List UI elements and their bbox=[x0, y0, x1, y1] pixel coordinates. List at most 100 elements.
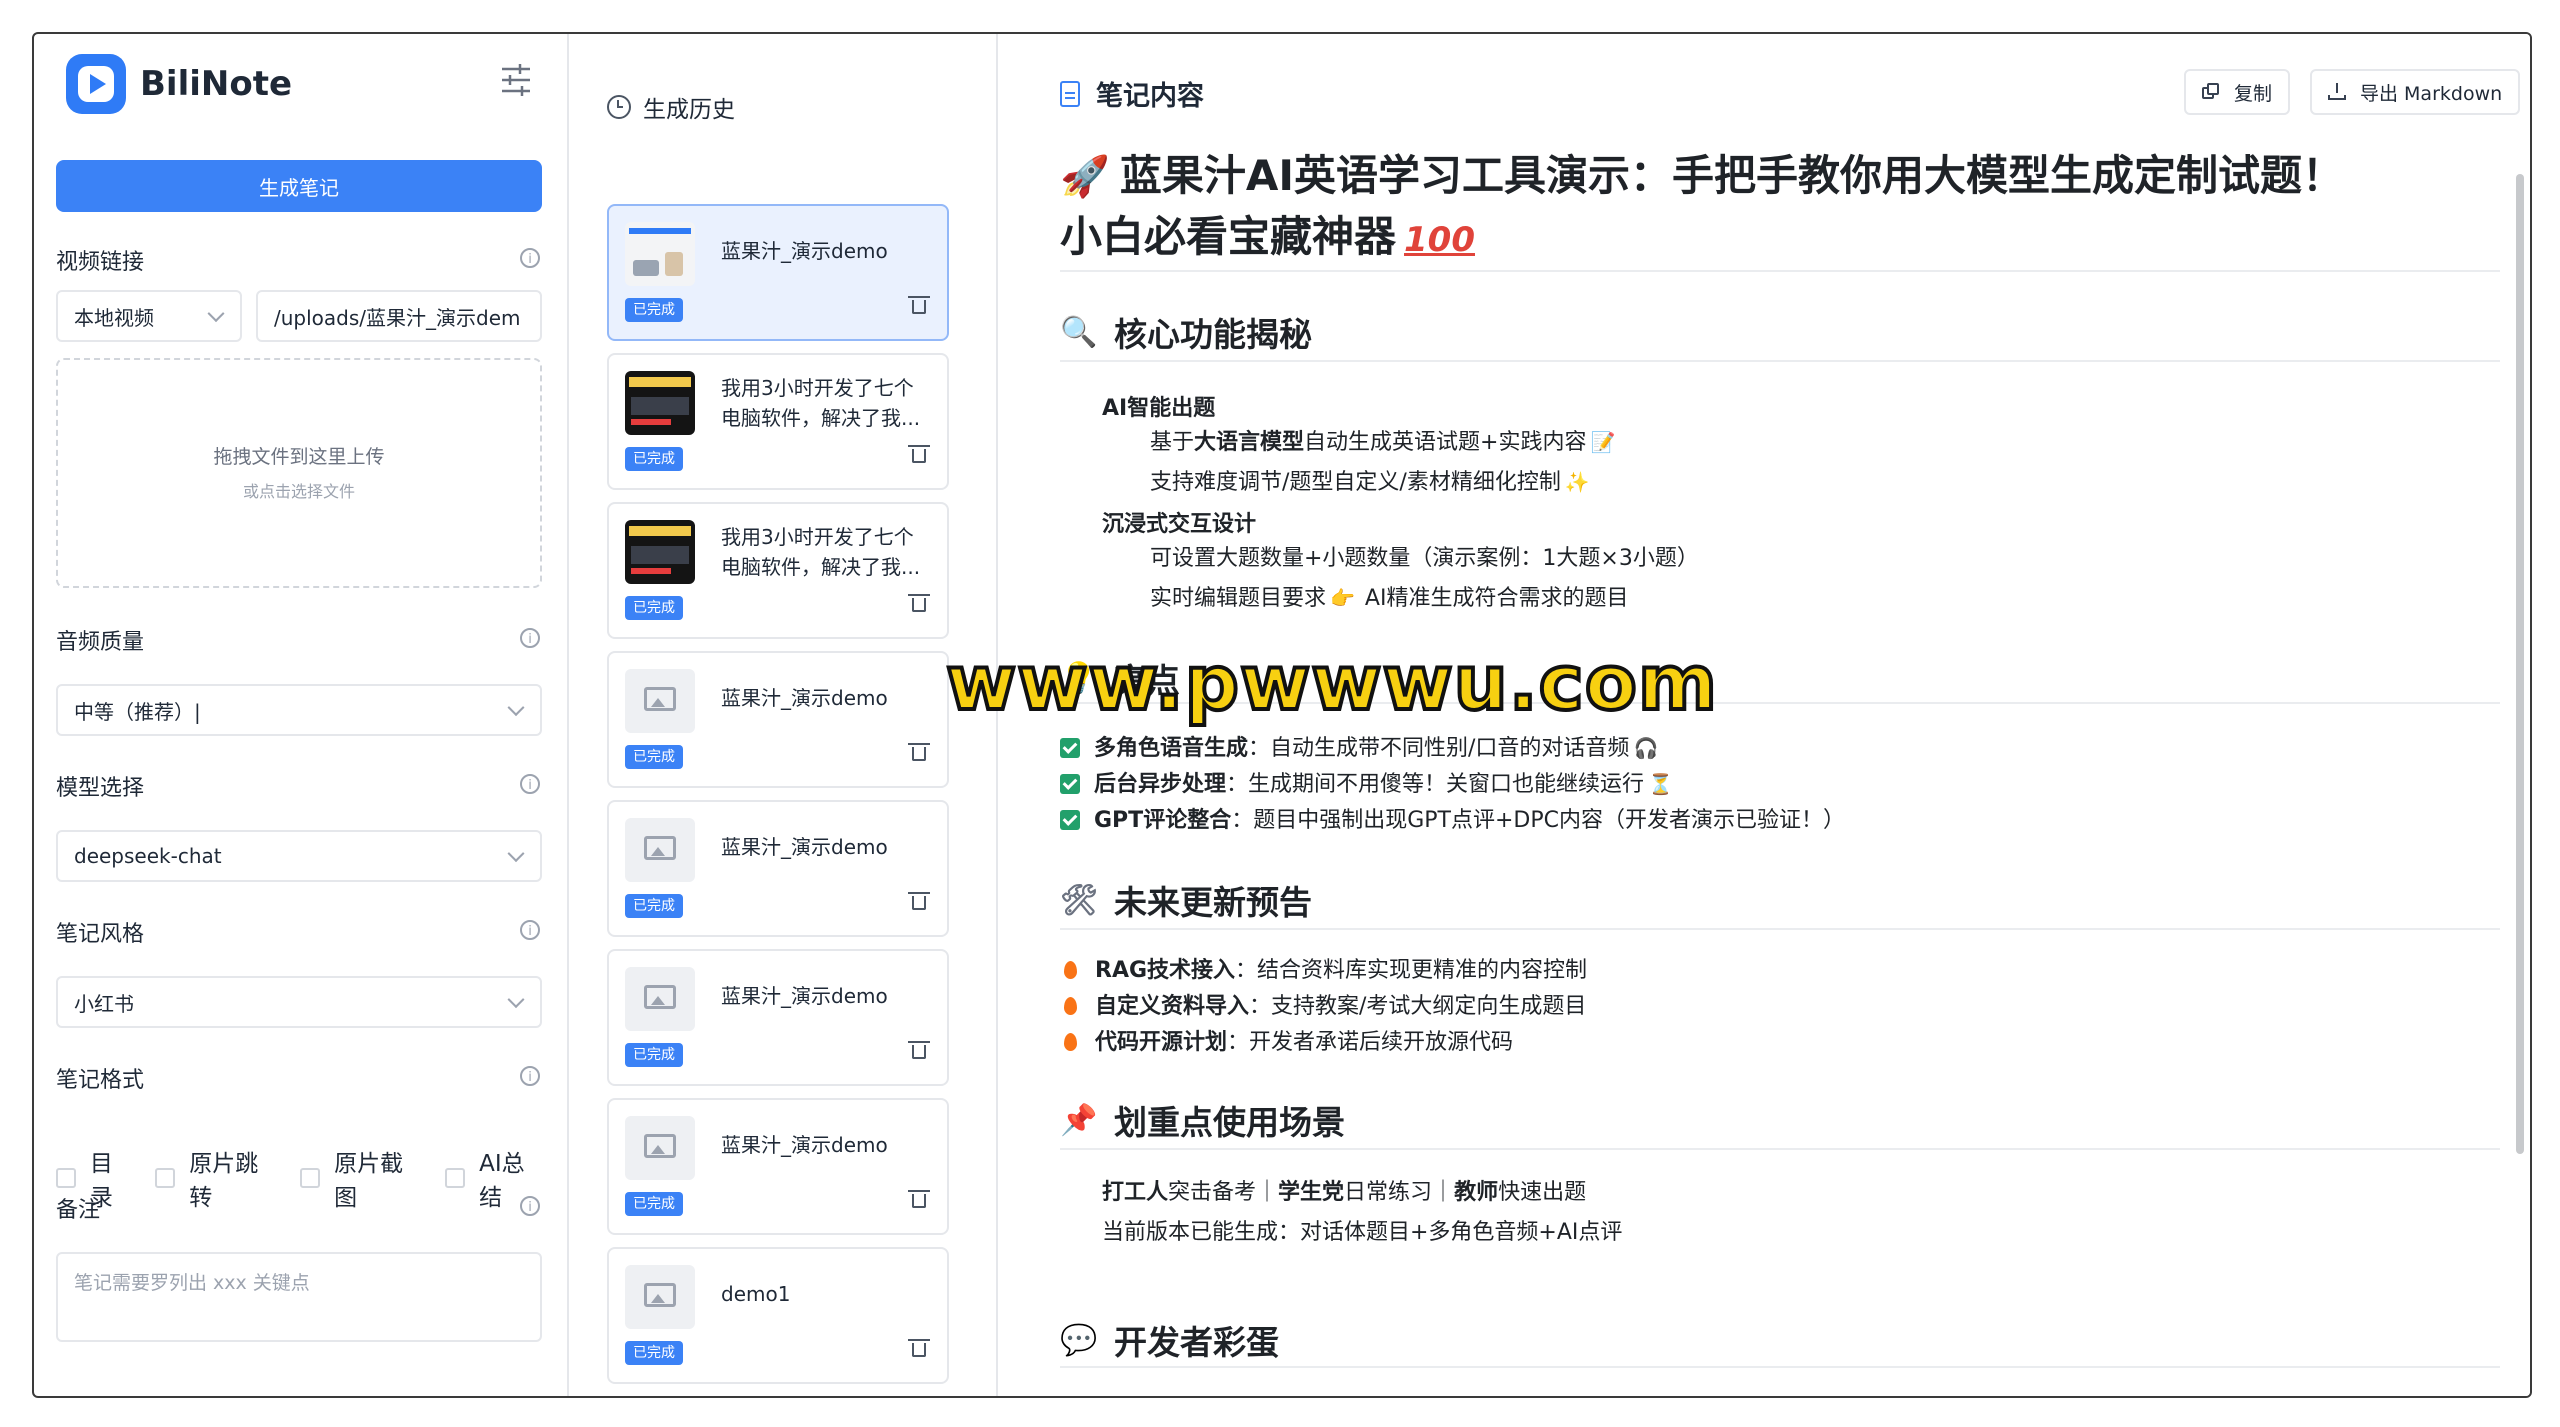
notes-textarea[interactable]: 笔记需要罗列出 xxx 关键点 bbox=[56, 1252, 542, 1342]
bold-text: 学生党 bbox=[1278, 1180, 1345, 1205]
section-easter-title: 开发者彩蛋 bbox=[1114, 1323, 1279, 1362]
speech-bubble-icon: 💬 bbox=[1060, 1322, 1098, 1358]
history-card-title: 我用3小时开发了七个电脑软件，解决了我... bbox=[721, 525, 921, 579]
status-badge: 已完成 bbox=[625, 1192, 683, 1216]
bold-text: 自定义资料导入 bbox=[1095, 994, 1250, 1019]
audio-quality-value: 中等（推荐）| bbox=[74, 699, 201, 724]
trash-icon[interactable] bbox=[908, 445, 930, 463]
history-card[interactable]: demo1 已完成 bbox=[607, 1247, 949, 1384]
history-card[interactable]: 蓝果汁_演示demo 已完成 bbox=[607, 651, 949, 788]
history-card[interactable]: 蓝果汁_演示demo 已完成 bbox=[607, 1098, 949, 1235]
trash-icon[interactable] bbox=[908, 1041, 930, 1059]
text: ：开发者承诺后续开放源代码 bbox=[1227, 1030, 1514, 1055]
video-path-value: /uploads/蓝果汁_演示dem bbox=[274, 305, 521, 330]
magnifier-icon: 🔍 bbox=[1060, 314, 1098, 350]
hourglass-icon: ⏳ bbox=[1648, 772, 1673, 796]
note-title-line1: 蓝果汁AI英语学习工具演示：手把手教你用大模型生成定制试题！ bbox=[1119, 151, 2344, 200]
core-sub-heading-1: AI智能出题 bbox=[1102, 396, 1216, 421]
bold-text: 后台异步处理 bbox=[1094, 772, 1227, 797]
video-link-label: 视频链接 bbox=[56, 250, 145, 275]
history-card[interactable]: 我用3小时开发了七个电脑软件，解决了我... 已完成 bbox=[607, 353, 949, 490]
source-select-value: 本地视频 bbox=[74, 305, 154, 330]
highlight-item-2: 后台异步处理：生成期间不用傻等！关窗口也能继续运行 ⏳ bbox=[1060, 766, 1673, 798]
settings-sliders-icon[interactable] bbox=[496, 60, 536, 100]
bold-text: 多角色语音生成 bbox=[1094, 736, 1249, 761]
history-card[interactable]: 蓝果汁_演示demo 已完成 bbox=[607, 204, 949, 341]
status-badge: 已完成 bbox=[625, 447, 683, 471]
format-option-label: 原片跳转 bbox=[189, 1151, 259, 1211]
history-card[interactable]: 蓝果汁_演示demo 已完成 bbox=[607, 800, 949, 937]
model-select[interactable]: deepseek-chat bbox=[56, 830, 542, 882]
pushpin-icon: 📌 bbox=[1060, 1102, 1098, 1138]
video-path-input[interactable]: /uploads/蓝果汁_演示dem bbox=[256, 290, 542, 342]
export-markdown-button[interactable]: 导出 Markdown bbox=[2310, 69, 2521, 115]
format-option-label: 原片截图 bbox=[334, 1151, 404, 1211]
text: 实时编辑题目要求 bbox=[1150, 586, 1327, 611]
source-select[interactable]: 本地视频 bbox=[56, 290, 242, 342]
note-style-label: 笔记风格 bbox=[56, 922, 145, 947]
note-format-label: 笔记格式 bbox=[56, 1068, 145, 1093]
checkbox[interactable] bbox=[155, 1168, 176, 1188]
checkbox[interactable] bbox=[300, 1168, 321, 1188]
format-option-screenshot[interactable]: 原片截图 bbox=[300, 1144, 425, 1212]
audio-quality-select[interactable]: 中等（推荐）| bbox=[56, 684, 542, 736]
note-scrollbar[interactable] bbox=[2516, 174, 2524, 1154]
copy-button[interactable]: 复制 bbox=[2184, 69, 2291, 115]
text: 突击备考｜ bbox=[1168, 1180, 1279, 1205]
divider bbox=[1060, 928, 2500, 930]
history-card-title: 蓝果汁_演示demo bbox=[721, 984, 888, 1008]
info-icon[interactable]: i bbox=[520, 628, 540, 648]
trash-icon[interactable] bbox=[908, 1339, 930, 1357]
note-style-value: 小红书 bbox=[74, 991, 134, 1016]
history-card-title: 我用3小时开发了七个电脑软件，解决了我... bbox=[721, 376, 921, 430]
trash-icon[interactable] bbox=[908, 594, 930, 612]
text: ：题目中强制出现GPT点评+DPC内容（开发者演示已验证！） bbox=[1231, 808, 1845, 833]
chevron-down-icon bbox=[507, 699, 525, 717]
check-icon bbox=[1060, 810, 1080, 830]
trash-icon[interactable] bbox=[908, 743, 930, 761]
trash-icon[interactable] bbox=[908, 296, 930, 314]
history-card-title: 蓝果汁_演示demo bbox=[721, 835, 888, 859]
generate-note-button[interactable]: 生成笔记 bbox=[56, 160, 542, 212]
image-placeholder-icon bbox=[625, 1265, 695, 1329]
text: ：结合资料库实现更精准的内容控制 bbox=[1235, 958, 1588, 983]
model-value: deepseek-chat bbox=[74, 844, 222, 868]
status-badge: 已完成 bbox=[625, 894, 683, 918]
scenes-line-2: 当前版本已能生成：对话体题目+多角色音频+AI点评 bbox=[1102, 1220, 1623, 1245]
core-line-2a: 可设置大题数量+小题数量（演示案例：1大题×3小题） bbox=[1150, 546, 1699, 571]
memo-icon: 📝 bbox=[1590, 430, 1616, 454]
info-icon[interactable]: i bbox=[520, 248, 540, 268]
note-style-select[interactable]: 小红书 bbox=[56, 976, 542, 1028]
section-scenes-title: 划重点使用场景 bbox=[1114, 1103, 1345, 1142]
trash-icon[interactable] bbox=[908, 892, 930, 910]
info-icon[interactable]: i bbox=[520, 920, 540, 940]
format-option-jump[interactable]: 原片跳转 bbox=[155, 1144, 280, 1212]
logo: BiliNote bbox=[66, 52, 292, 116]
dropzone-main-text: 拖拽文件到这里上传 bbox=[213, 446, 385, 468]
trash-icon[interactable] bbox=[908, 1190, 930, 1208]
bilinote-logo-icon bbox=[66, 54, 126, 114]
status-badge: 已完成 bbox=[625, 1043, 683, 1067]
core-sub-heading-2: 沉浸式交互设计 bbox=[1102, 512, 1257, 537]
file-dropzone[interactable]: 拖拽文件到这里上传 或点击选择文件 bbox=[56, 358, 542, 588]
history-card-title: 蓝果汁_演示demo bbox=[721, 1133, 888, 1157]
video-thumbnail bbox=[625, 520, 695, 584]
info-icon[interactable]: i bbox=[520, 774, 540, 794]
checkbox[interactable] bbox=[445, 1168, 466, 1188]
copy-icon bbox=[2202, 83, 2220, 101]
fire-icon bbox=[1064, 961, 1077, 979]
status-badge: 已完成 bbox=[625, 1341, 683, 1365]
core-line-2b: 实时编辑题目要求 👉 AI精准生成符合需求的题目 bbox=[1150, 580, 1628, 612]
checkbox[interactable] bbox=[56, 1168, 76, 1188]
history-card[interactable]: 蓝果汁_演示demo 已完成 bbox=[607, 949, 949, 1086]
dropzone-sub-text: 或点击选择文件 bbox=[242, 482, 355, 501]
section-core-heading: 🔍 核心功能揭秘 bbox=[1060, 308, 1312, 356]
status-badge: 已完成 bbox=[625, 596, 683, 620]
future-item-1: RAG技术接入：结合资料库实现更精准的内容控制 bbox=[1064, 952, 1587, 984]
history-card[interactable]: 我用3小时开发了七个电脑软件，解决了我... 已完成 bbox=[607, 502, 949, 639]
info-icon[interactable]: i bbox=[520, 1196, 540, 1216]
history-panel: 生成历史 蓝果汁_演示demo 已完成 我用3小时开发了七个电脑软件，解决了我...… bbox=[569, 34, 998, 1396]
info-icon[interactable]: i bbox=[520, 1066, 540, 1086]
text: ：支持教案/考试大纲定向生成题目 bbox=[1249, 994, 1587, 1019]
text: 日常练习｜ bbox=[1344, 1180, 1455, 1205]
